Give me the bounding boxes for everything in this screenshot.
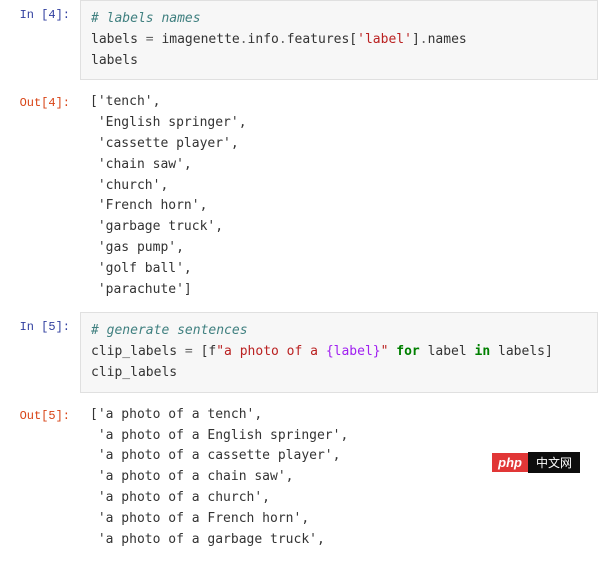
code-token: . xyxy=(279,32,287,47)
code-token: = xyxy=(146,32,154,47)
code-token: features[ xyxy=(287,32,357,47)
code-token: clip_labels xyxy=(91,365,177,380)
watermark-right: 中文网 xyxy=(528,452,580,473)
output-prompt: Out[4]: xyxy=(0,88,80,304)
code-token: . xyxy=(420,32,428,47)
code-token: clip_labels xyxy=(91,344,185,359)
input-prompt: In [5]: xyxy=(0,312,80,392)
keyword-for: for xyxy=(396,344,419,359)
output-cell: Out[4]: ['tench', 'English springer', 'c… xyxy=(0,88,598,304)
comment: # labels names xyxy=(91,11,201,26)
input-prompt: In [4]: xyxy=(0,0,80,80)
code-token: labels xyxy=(91,53,138,68)
code-token: [f xyxy=(193,344,216,359)
code-token: label xyxy=(420,344,475,359)
keyword-in: in xyxy=(475,344,491,359)
comment: # generate sentences xyxy=(91,323,248,338)
code-token: ] xyxy=(412,32,420,47)
code-input: # labels names labels = imagenette.info.… xyxy=(80,0,598,80)
code-cell: In [4]: # labels names labels = imagenet… xyxy=(0,0,598,80)
output-prompt: Out[5]: xyxy=(0,401,80,555)
code-token: imagenette xyxy=(154,32,240,47)
string-literal: "a photo of a xyxy=(216,344,326,359)
code-output: ['tench', 'English springer', 'cassette … xyxy=(80,88,598,304)
output-cell: Out[5]: ['a photo of a tench', 'a photo … xyxy=(0,401,598,555)
code-token: = xyxy=(185,344,193,359)
format-brace: {label} xyxy=(326,344,381,359)
watermark: php 中文网 xyxy=(492,452,580,473)
code-output: ['a photo of a tench', 'a photo of a Eng… xyxy=(80,401,598,555)
string-literal: 'label' xyxy=(357,32,412,47)
watermark-left: php xyxy=(492,453,528,472)
code-token: labels] xyxy=(490,344,553,359)
code-input: # generate sentences clip_labels = [f"a … xyxy=(80,312,598,392)
code-token: info xyxy=(248,32,279,47)
code-cell: In [5]: # generate sentences clip_labels… xyxy=(0,312,598,392)
code-token: . xyxy=(240,32,248,47)
code-token: names xyxy=(428,32,467,47)
code-token: labels xyxy=(91,32,146,47)
